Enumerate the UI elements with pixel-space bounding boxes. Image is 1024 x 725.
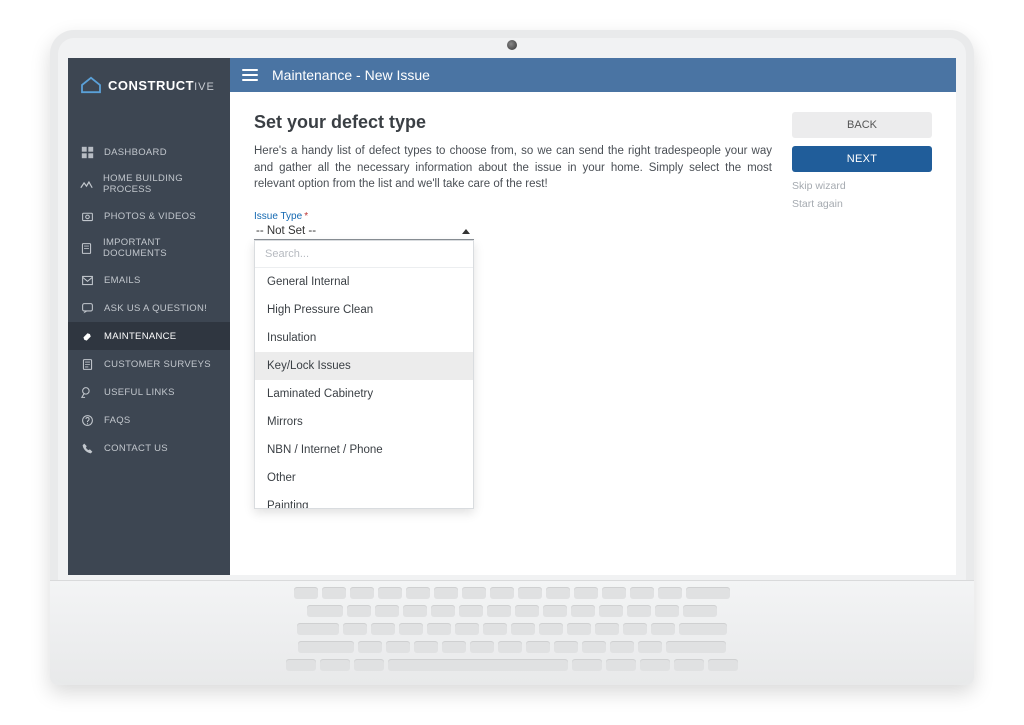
field-label-text: Issue Type [254, 211, 302, 222]
sidebar-item-label: HOME BUILDING PROCESS [103, 173, 218, 195]
sidebar-item-label: ASK US A QUESTION! [104, 303, 207, 314]
nav-icon [80, 441, 94, 455]
laptop-keyboard [50, 580, 974, 685]
dropdown-option[interactable]: High Pressure Clean [255, 296, 473, 324]
menu-icon[interactable] [242, 69, 258, 81]
nav-icon [80, 357, 94, 371]
dropdown-option[interactable]: General Internal [255, 268, 473, 296]
right-pane: BACK NEXT Skip wizard Start again [792, 112, 932, 216]
dropdown-list: General InternalHigh Pressure CleanInsul… [255, 268, 473, 508]
left-pane: Set your defect type Here's a handy list… [254, 112, 772, 240]
sidebar-item-emails[interactable]: EMAILS [68, 266, 230, 294]
required-mark: * [304, 211, 308, 222]
caret-up-icon [462, 229, 470, 234]
topbar: Maintenance - New Issue [230, 58, 956, 92]
sidebar-item-dashboard[interactable]: DASHBOARD [68, 138, 230, 166]
dropdown-option[interactable]: Other [255, 464, 473, 492]
nav-icon [80, 209, 94, 223]
sidebar: CONSTRUCTIVE DASHBOARD HOME BUILDING PROC… [68, 58, 230, 575]
back-button[interactable]: BACK [792, 112, 932, 138]
nav-icon [80, 273, 94, 287]
sidebar-item-useful-links[interactable]: USEFUL LINKS [68, 378, 230, 406]
dropdown-option[interactable]: Painting [255, 492, 473, 508]
sidebar-item-photos-videos[interactable]: PHOTOS & VIDEOS [68, 202, 230, 230]
dropdown-search-input[interactable] [255, 241, 473, 268]
sidebar-item-label: USEFUL LINKS [104, 387, 175, 398]
sidebar-item-label: EMAILS [104, 275, 141, 286]
sidebar-item-customer-surveys[interactable]: CUSTOMER SURVEYS [68, 350, 230, 378]
sidebar-item-contact-us[interactable]: CONTACT US [68, 434, 230, 462]
page-description: Here's a handy list of defect types to c… [254, 143, 772, 193]
sidebar-item-label: CONTACT US [104, 443, 168, 454]
app-screen: CONSTRUCTIVE DASHBOARD HOME BUILDING PROC… [68, 58, 956, 575]
nav-icon [80, 413, 94, 427]
brand-text: CONSTRUCTIVE [108, 78, 215, 93]
sidebar-item-label: DASHBOARD [104, 147, 167, 158]
page-title: Set your defect type [254, 112, 772, 133]
start-again-link[interactable]: Start again [792, 198, 932, 210]
sidebar-item-maintenance[interactable]: MAINTENANCE [68, 322, 230, 350]
nav-icon [80, 241, 93, 255]
sidebar-nav: DASHBOARD HOME BUILDING PROCESS PHOTOS & V… [68, 138, 230, 462]
issue-type-dropdown: General InternalHigh Pressure CleanInsul… [254, 240, 474, 509]
nav-icon [80, 177, 93, 191]
issue-type-select[interactable]: -- Not Set -- [254, 222, 474, 240]
sidebar-item-home-building-process[interactable]: HOME BUILDING PROCESS [68, 166, 230, 202]
laptop-frame: CONSTRUCTIVE DASHBOARD HOME BUILDING PROC… [50, 30, 974, 685]
nav-icon [80, 145, 94, 159]
select-value: -- Not Set -- [256, 225, 316, 237]
dropdown-option[interactable]: NBN / Internet / Phone [255, 436, 473, 464]
sidebar-item-ask-us-a-question[interactable]: ASK US A QUESTION! [68, 294, 230, 322]
brand-suffix: IVE [194, 81, 215, 93]
nav-icon [80, 301, 94, 315]
house-icon [80, 76, 102, 94]
nav-icon [80, 329, 94, 343]
sidebar-item-label: MAINTENANCE [104, 331, 176, 342]
dropdown-option[interactable]: Laminated Cabinetry [255, 380, 473, 408]
brand-main: CONSTRUCT [108, 78, 194, 93]
issue-type-field: Issue Type* -- Not Set -- General Intern… [254, 211, 474, 240]
dropdown-option[interactable]: Key/Lock Issues [255, 352, 473, 380]
next-button[interactable]: NEXT [792, 146, 932, 172]
brand-logo: CONSTRUCTIVE [68, 58, 230, 118]
page-breadcrumb: Maintenance - New Issue [272, 67, 430, 83]
sidebar-item-label: CUSTOMER SURVEYS [104, 359, 211, 370]
field-label: Issue Type* [254, 211, 474, 222]
content: Set your defect type Here's a handy list… [230, 92, 956, 575]
dropdown-option[interactable]: Insulation [255, 324, 473, 352]
skip-wizard-link[interactable]: Skip wizard [792, 180, 932, 192]
sidebar-item-label: PHOTOS & VIDEOS [104, 211, 196, 222]
main-area: Maintenance - New Issue Set your defect … [230, 58, 956, 575]
nav-icon [80, 385, 94, 399]
camera-dot [507, 40, 517, 50]
sidebar-item-faqs[interactable]: FAQS [68, 406, 230, 434]
sidebar-item-label: FAQS [104, 415, 131, 426]
dropdown-option[interactable]: Mirrors [255, 408, 473, 436]
sidebar-item-label: IMPORTANT DOCUMENTS [103, 237, 218, 259]
sidebar-item-important-documents[interactable]: IMPORTANT DOCUMENTS [68, 230, 230, 266]
